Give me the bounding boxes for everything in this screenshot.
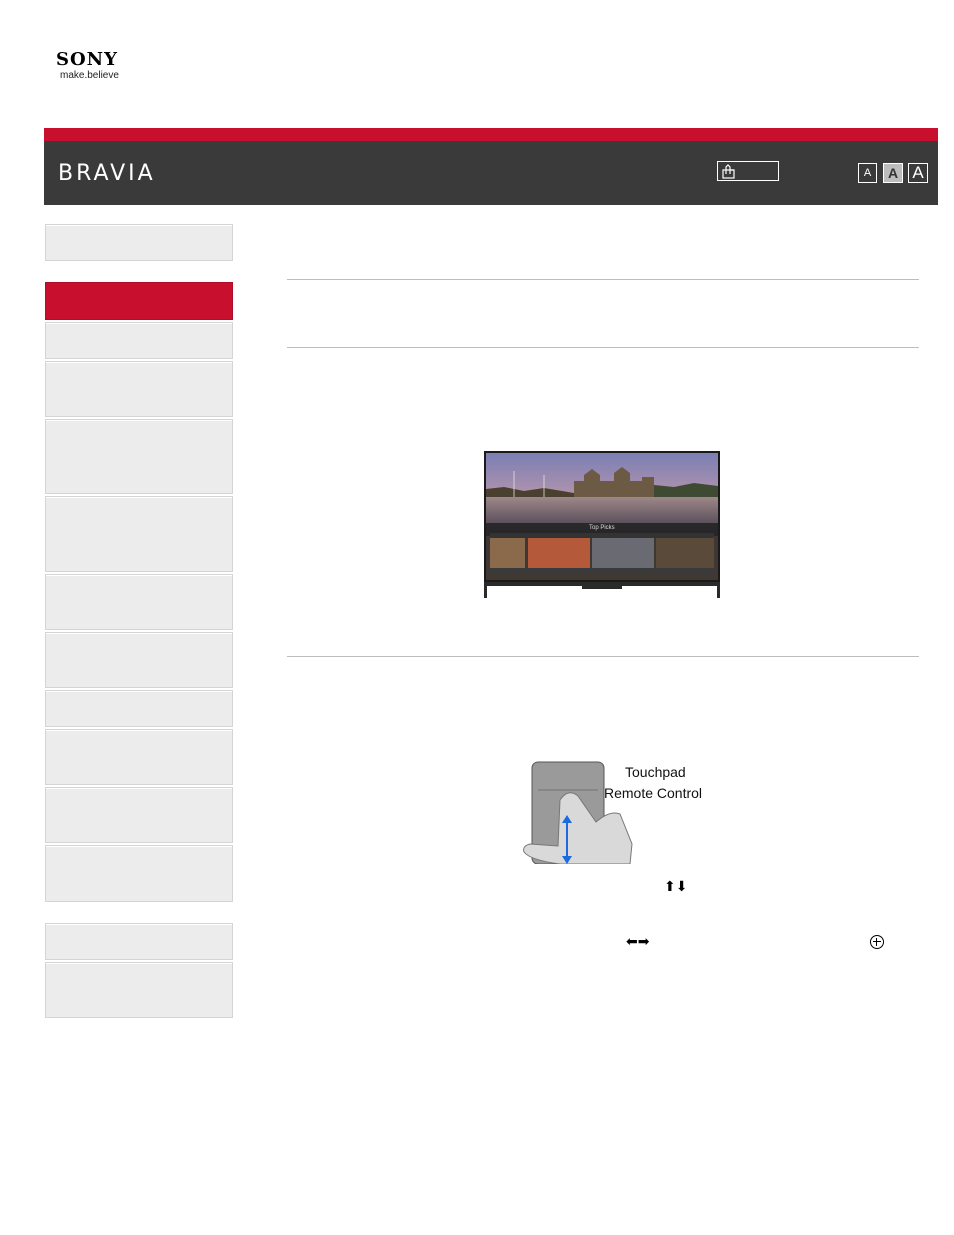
sidebar-item-active[interactable]: [45, 282, 233, 320]
sidebar-item[interactable]: [45, 496, 233, 572]
tv-screen-illustration: Top Picks: [484, 451, 720, 598]
brand-tagline: make.believe: [60, 70, 119, 81]
sony-logo: SONY make.believe: [56, 49, 119, 82]
sidebar-item[interactable]: [45, 361, 233, 417]
font-size-large-button[interactable]: A: [908, 163, 928, 183]
touchpad-remote-illustration: Touchpad Remote Control: [523, 761, 702, 864]
accent-bar: [44, 128, 938, 141]
up-down-arrow-icon: ⬆⬇: [664, 879, 688, 895]
sidebar-item[interactable]: [45, 690, 233, 727]
remote-control-label: Remote Control: [604, 785, 702, 801]
product-title: BRAVIA: [58, 161, 156, 186]
left-right-arrow-icon: ⬅➡: [626, 934, 650, 950]
sidebar-item[interactable]: [45, 787, 233, 843]
sidebar-bottom-item[interactable]: [45, 962, 233, 1018]
enter-button-icon: [870, 935, 884, 949]
brand-name: SONY: [56, 49, 118, 70]
sidebar-item[interactable]: [45, 845, 233, 902]
sidebar-item[interactable]: [45, 419, 233, 494]
print-icon: [722, 164, 735, 179]
header-bar: BRAVIA A A A: [44, 141, 938, 205]
font-size-medium-button[interactable]: A: [883, 163, 903, 183]
content-divider: [287, 656, 919, 657]
font-size-small-button[interactable]: A: [858, 163, 877, 183]
tv-overlay-label: Top Picks: [589, 525, 615, 531]
sidebar-item[interactable]: [45, 322, 233, 359]
sidebar-item[interactable]: [45, 632, 233, 688]
print-button[interactable]: [717, 161, 779, 181]
sidebar-top-button[interactable]: [45, 224, 233, 261]
sidebar-item[interactable]: [45, 574, 233, 630]
sidebar-item[interactable]: [45, 729, 233, 785]
sidebar-bottom-item[interactable]: [45, 923, 233, 960]
content-divider: [287, 279, 919, 280]
touchpad-label: Touchpad: [625, 764, 686, 780]
content-divider: [287, 347, 919, 348]
